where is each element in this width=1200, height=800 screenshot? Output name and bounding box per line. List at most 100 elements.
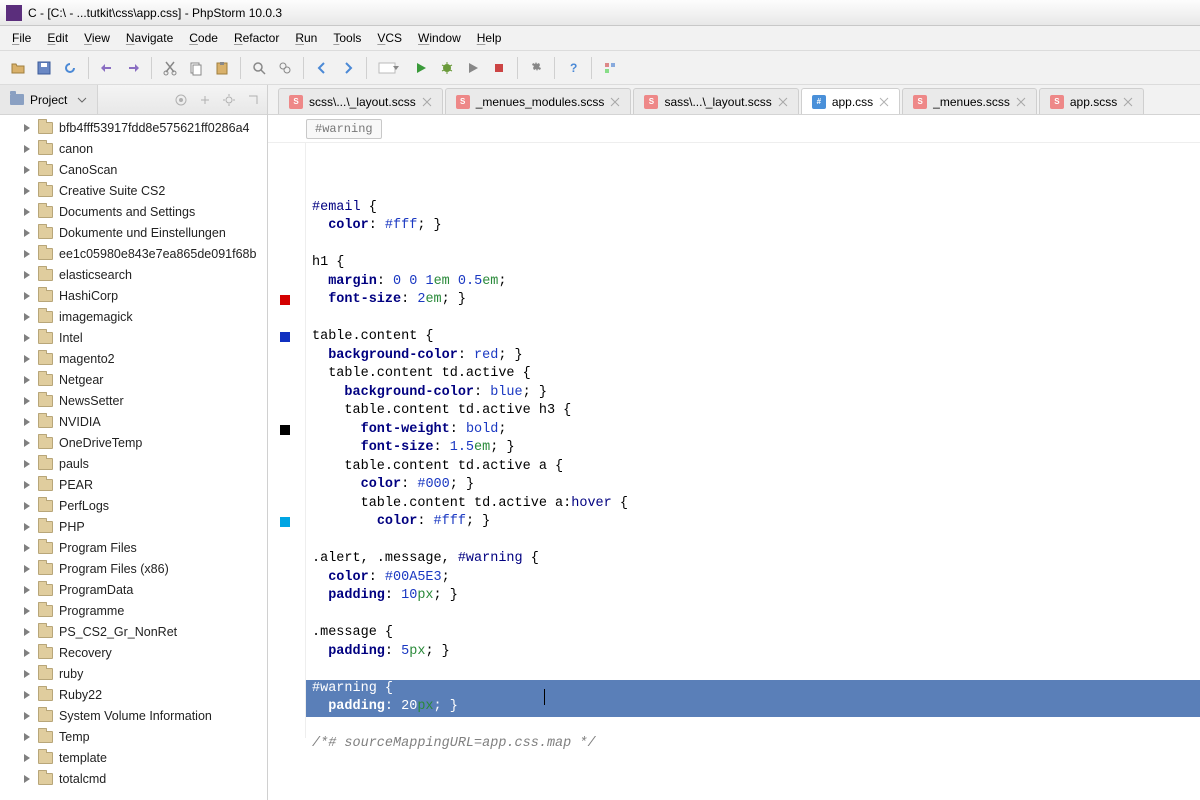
code-line[interactable] bbox=[306, 606, 1200, 625]
close-icon[interactable] bbox=[1123, 97, 1133, 107]
tree-item[interactable]: Ruby22 bbox=[0, 684, 267, 705]
tree-item[interactable]: ruby bbox=[0, 663, 267, 684]
tree-item[interactable]: Recovery bbox=[0, 642, 267, 663]
code-line[interactable] bbox=[306, 717, 1200, 736]
code-line[interactable]: #email { bbox=[306, 199, 1200, 218]
expand-arrow-icon[interactable] bbox=[22, 543, 32, 553]
code-line[interactable]: table.content td.active h3 { bbox=[306, 402, 1200, 421]
expand-arrow-icon[interactable] bbox=[22, 459, 32, 469]
expand-arrow-icon[interactable] bbox=[22, 333, 32, 343]
tree-item[interactable]: magento2 bbox=[0, 348, 267, 369]
tree-item[interactable]: System Volume Information bbox=[0, 705, 267, 726]
tree-item[interactable]: Program Files (x86) bbox=[0, 558, 267, 579]
expand-arrow-icon[interactable] bbox=[22, 753, 32, 763]
code-line[interactable]: table.content td.active { bbox=[306, 365, 1200, 384]
menu-file[interactable]: File bbox=[4, 28, 39, 48]
code-line[interactable]: padding: 20px; } bbox=[306, 698, 1200, 717]
cut-button[interactable] bbox=[158, 56, 182, 80]
code-editor[interactable]: #email { color: #fff; } h1 { margin: 0 0… bbox=[268, 143, 1200, 800]
expand-arrow-icon[interactable] bbox=[22, 627, 32, 637]
color-swatch[interactable] bbox=[280, 332, 290, 342]
undo-button[interactable] bbox=[95, 56, 119, 80]
expand-arrow-icon[interactable] bbox=[22, 585, 32, 595]
project-tree[interactable]: bfb4fff53917fdd8e575621ff0286a4canonCano… bbox=[0, 115, 267, 800]
menu-edit[interactable]: Edit bbox=[39, 28, 76, 48]
breadcrumb[interactable]: #warning bbox=[268, 115, 1200, 143]
expand-arrow-icon[interactable] bbox=[22, 564, 32, 574]
tree-item[interactable]: NVIDIA bbox=[0, 411, 267, 432]
project-tab[interactable]: Project bbox=[0, 85, 98, 114]
sync-button[interactable] bbox=[58, 56, 82, 80]
tree-item[interactable]: NewsSetter bbox=[0, 390, 267, 411]
menu-view[interactable]: View bbox=[76, 28, 118, 48]
editor-tab[interactable]: Ssass\...\_layout.scss bbox=[633, 88, 798, 114]
code-line[interactable]: table.content td.active a { bbox=[306, 458, 1200, 477]
structure-button[interactable] bbox=[598, 56, 622, 80]
code-line[interactable]: color: #fff; } bbox=[306, 217, 1200, 236]
run-button[interactable] bbox=[409, 56, 433, 80]
tree-item[interactable]: HashiCorp bbox=[0, 285, 267, 306]
open-button[interactable] bbox=[6, 56, 30, 80]
expand-arrow-icon[interactable] bbox=[22, 648, 32, 658]
expand-arrow-icon[interactable] bbox=[22, 270, 32, 280]
tree-item[interactable]: template bbox=[0, 747, 267, 768]
code-line[interactable]: #warning { bbox=[306, 680, 1200, 699]
expand-arrow-icon[interactable] bbox=[22, 438, 32, 448]
code-line[interactable]: background-color: red; } bbox=[306, 347, 1200, 366]
expand-arrow-icon[interactable] bbox=[22, 291, 32, 301]
code-line[interactable] bbox=[306, 236, 1200, 255]
tree-item[interactable]: PerfLogs bbox=[0, 495, 267, 516]
tree-item[interactable]: Netgear bbox=[0, 369, 267, 390]
expand-arrow-icon[interactable] bbox=[22, 606, 32, 616]
tree-item[interactable]: pauls bbox=[0, 453, 267, 474]
replace-button[interactable] bbox=[273, 56, 297, 80]
expand-arrow-icon[interactable] bbox=[22, 165, 32, 175]
code-line[interactable]: color: #00A5E3; bbox=[306, 569, 1200, 588]
code-line[interactable]: /*# sourceMappingURL=app.css.map */ bbox=[306, 735, 1200, 754]
menu-help[interactable]: Help bbox=[469, 28, 510, 48]
copy-button[interactable] bbox=[184, 56, 208, 80]
close-icon[interactable] bbox=[1016, 97, 1026, 107]
color-swatch[interactable] bbox=[280, 295, 290, 305]
code-line[interactable]: padding: 5px; } bbox=[306, 643, 1200, 662]
help-button[interactable]: ? bbox=[561, 56, 585, 80]
tree-item[interactable]: PHP bbox=[0, 516, 267, 537]
expand-arrow-icon[interactable] bbox=[22, 249, 32, 259]
menu-tools[interactable]: Tools bbox=[325, 28, 369, 48]
editor-tab[interactable]: S_menues.scss bbox=[902, 88, 1037, 114]
back-button[interactable] bbox=[310, 56, 334, 80]
tree-item[interactable]: elasticsearch bbox=[0, 264, 267, 285]
code-line[interactable]: font-weight: bold; bbox=[306, 421, 1200, 440]
code-line[interactable]: background-color: blue; } bbox=[306, 384, 1200, 403]
gutter[interactable] bbox=[268, 143, 306, 738]
code-line[interactable]: font-size: 1.5em; } bbox=[306, 439, 1200, 458]
close-icon[interactable] bbox=[778, 97, 788, 107]
tree-item[interactable]: CanoScan bbox=[0, 159, 267, 180]
expand-arrow-icon[interactable] bbox=[22, 690, 32, 700]
expand-arrow-icon[interactable] bbox=[22, 732, 32, 742]
menu-code[interactable]: Code bbox=[181, 28, 226, 48]
expand-arrow-icon[interactable] bbox=[22, 522, 32, 532]
save-button[interactable] bbox=[32, 56, 56, 80]
close-icon[interactable] bbox=[610, 97, 620, 107]
tree-item[interactable]: bfb4fff53917fdd8e575621ff0286a4 bbox=[0, 117, 267, 138]
menu-refactor[interactable]: Refactor bbox=[226, 28, 287, 48]
tree-item[interactable]: Temp bbox=[0, 726, 267, 747]
color-swatch[interactable] bbox=[280, 425, 290, 435]
code-line[interactable]: table.content { bbox=[306, 328, 1200, 347]
tree-item[interactable]: Dokumente und Einstellungen bbox=[0, 222, 267, 243]
expand-arrow-icon[interactable] bbox=[22, 417, 32, 427]
tree-item[interactable]: imagemagick bbox=[0, 306, 267, 327]
tree-item[interactable]: Intel bbox=[0, 327, 267, 348]
tree-item[interactable]: OneDriveTemp bbox=[0, 432, 267, 453]
tree-item[interactable]: Creative Suite CS2 bbox=[0, 180, 267, 201]
code-line[interactable]: padding: 10px; } bbox=[306, 587, 1200, 606]
close-icon[interactable] bbox=[422, 97, 432, 107]
expand-arrow-icon[interactable] bbox=[22, 312, 32, 322]
code-line[interactable]: color: #fff; } bbox=[306, 513, 1200, 532]
menu-window[interactable]: Window bbox=[410, 28, 469, 48]
code-content[interactable]: #email { color: #fff; } h1 { margin: 0 0… bbox=[306, 143, 1200, 800]
expand-arrow-icon[interactable] bbox=[22, 711, 32, 721]
code-line[interactable]: .message { bbox=[306, 624, 1200, 643]
expand-arrow-icon[interactable] bbox=[22, 207, 32, 217]
